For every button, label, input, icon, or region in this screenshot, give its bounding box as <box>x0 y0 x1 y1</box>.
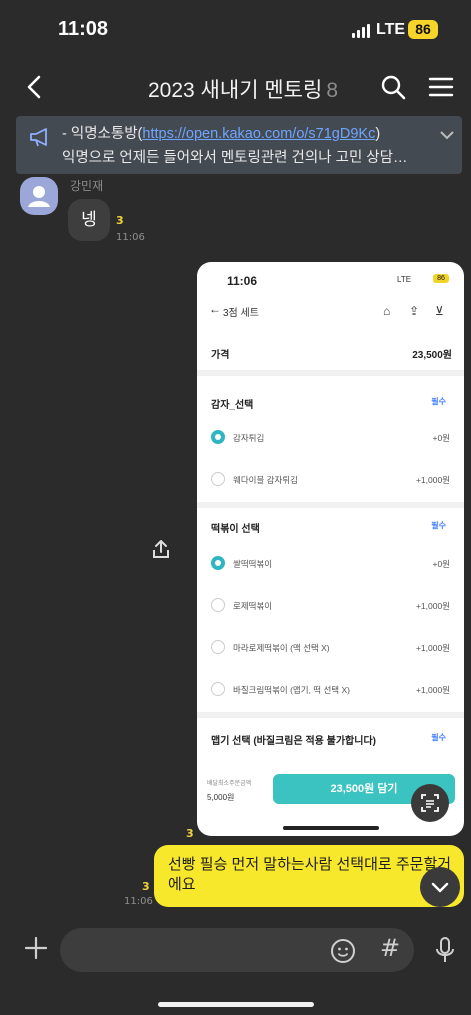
my-message-bubble[interactable]: 선빵 필승 먼저 말하는사람 선택대로 주문할거에요 <box>154 845 464 907</box>
shot-option-label: 쌀떡떡볶이 <box>233 559 273 569</box>
shot-nav-title: 3점 세트 <box>223 308 259 319</box>
radio-icon <box>211 598 225 612</box>
share-icon[interactable] <box>150 538 172 560</box>
shot-time: 11:06 <box>227 274 258 288</box>
message-time: 11:06 <box>124 896 153 907</box>
member-count: 8 <box>326 79 338 102</box>
sender-name: 강민재 <box>70 179 104 193</box>
shot-price-label: 가격 <box>211 350 230 361</box>
plus-icon[interactable] <box>22 934 50 962</box>
shot-section-title: 맵기 선택 (바질크림은 적용 불가합니다) <box>211 736 376 747</box>
shot-battery: 86 <box>433 274 449 283</box>
shot-required-tag: 필수 <box>431 733 446 742</box>
shot-option-price: +1,000원 <box>415 643 450 653</box>
chevron-down-icon[interactable] <box>438 128 456 142</box>
radio-selected-icon <box>211 430 225 444</box>
scroll-down-button[interactable] <box>420 867 460 907</box>
input-bar: # <box>0 920 471 1015</box>
scan-text-button[interactable] <box>411 784 449 822</box>
hashtag-icon[interactable]: # <box>380 934 400 962</box>
chat-header: 2023 새내기 멘토링 8 <box>0 62 471 114</box>
chat-room-name: 2023 새내기 멘토링 <box>148 79 323 102</box>
shot-required-tag: 필수 <box>431 397 446 406</box>
shot-section-title: 떡볶이 선택 <box>211 524 260 535</box>
shot-home-icon: ⌂ <box>383 304 391 318</box>
shot-section-title: 감자_선택 <box>211 400 254 411</box>
shot-option-label: 웨다이블 감자튀김 <box>233 475 298 485</box>
shot-option-price: +1,000원 <box>415 685 450 695</box>
status-bar: 11:08 LTE 86 <box>0 0 471 62</box>
shot-option-label: 마라로제떡볶이 (맥 선택 X) <box>233 643 330 653</box>
shot-cart-icon: ⊻ <box>435 304 444 318</box>
shot-back-icon: ← <box>209 302 221 316</box>
radio-selected-icon <box>211 556 225 570</box>
radio-icon <box>211 682 225 696</box>
radio-icon <box>211 472 225 486</box>
shot-option-label: 감자튀김 <box>233 433 265 443</box>
search-icon[interactable] <box>380 74 406 100</box>
unread-count: 3 <box>186 827 194 840</box>
status-time: 11:08 <box>58 18 109 40</box>
notice-line-2: 익명으로 언제든 들어와서 멘토링관련 건의나 고민 상담… <box>62 150 408 166</box>
chat-title: 2023 새내기 멘토링 8 <box>148 74 338 104</box>
microphone-icon[interactable] <box>434 936 456 964</box>
shot-option-price: +0원 <box>432 559 450 569</box>
shot-option-label: 로제떡볶이 <box>233 601 273 611</box>
shot-option-label: 바질크림떡볶이 (맵기, 떡 선택 X) <box>233 685 350 695</box>
back-arrow-icon[interactable] <box>20 72 50 102</box>
shot-home-indicator <box>283 826 379 830</box>
shot-divider <box>197 712 464 718</box>
shot-divider <box>197 502 464 508</box>
home-indicator <box>158 1002 314 1007</box>
unread-count: 3 <box>116 214 124 227</box>
avatar[interactable] <box>20 177 58 215</box>
scan-icon <box>421 794 439 812</box>
shot-option-price: +1,000원 <box>415 475 450 485</box>
notice-link[interactable]: https://open.kakao.com/o/s71gD9Kc <box>142 126 375 142</box>
chevron-down-icon <box>431 882 449 893</box>
shot-price: 23,500원 <box>412 350 452 361</box>
shot-option-price: +1,000원 <box>415 601 450 611</box>
battery-icon: 86 <box>408 20 438 39</box>
menu-icon[interactable] <box>428 76 454 98</box>
image-message[interactable]: 11:06 LTE 86 ← 3점 세트 ⌂ ⇪ ⊻ 가격 23,500원 감자… <box>197 262 464 836</box>
shot-share-icon: ⇪ <box>409 304 420 318</box>
notice-prefix: - 익명소통방( <box>62 126 143 142</box>
signal-icon <box>352 24 372 38</box>
notice-line-1: - 익명소통방(https://open.kakao.com/o/s71gD9K… <box>62 122 380 143</box>
megaphone-icon <box>30 128 47 147</box>
shot-required-tag: 필수 <box>431 521 446 530</box>
shot-min-order-label: 배달최소주문금액 <box>207 781 252 787</box>
pinned-notice[interactable]: - 익명소통방(https://open.kakao.com/o/s71gD9K… <box>16 116 462 174</box>
message-text: 선빵 필승 먼저 말하는사람 선택대로 주문할거에요 <box>168 856 452 893</box>
shot-divider <box>197 370 464 376</box>
shot-min-order-value: 5,000원 <box>207 793 235 802</box>
shot-option-price: +0원 <box>432 433 450 443</box>
person-icon <box>28 186 50 207</box>
radio-icon <box>211 640 225 654</box>
message-time: 11:06 <box>116 232 145 243</box>
shot-network: LTE <box>397 275 412 284</box>
message-input[interactable] <box>60 928 414 972</box>
notice-suffix: ) <box>375 126 381 142</box>
emoji-icon[interactable] <box>330 938 356 964</box>
message-bubble[interactable]: 넹 <box>68 199 110 241</box>
unread-count: 3 <box>142 880 150 893</box>
network-type: LTE <box>376 21 406 38</box>
